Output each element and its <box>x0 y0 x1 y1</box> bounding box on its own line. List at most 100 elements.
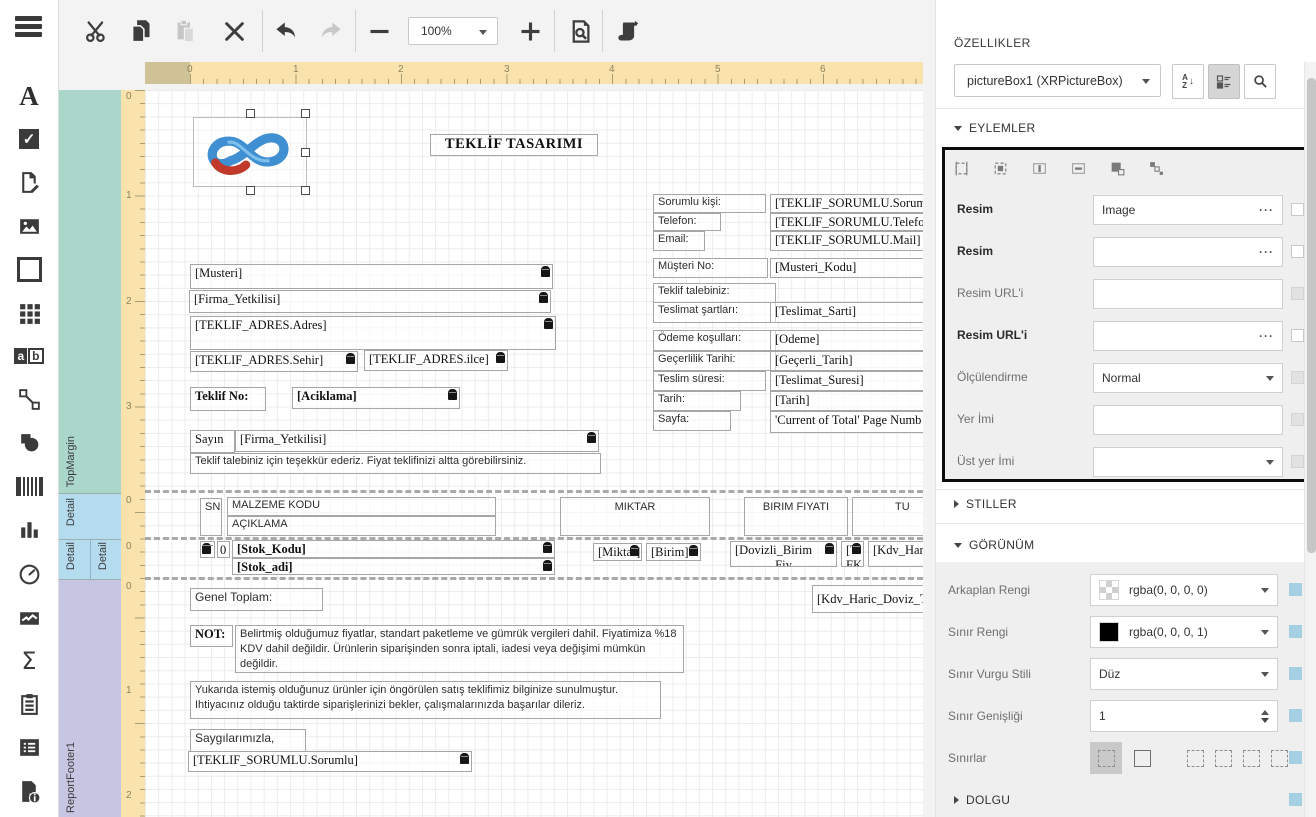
label-not[interactable]: NOT: <box>190 625 233 647</box>
label-saygilar[interactable]: Saygılarımızla, <box>190 729 306 752</box>
detail-icon-cell[interactable] <box>200 541 215 558</box>
band-detail-nested[interactable]: Detail Detail <box>59 540 121 580</box>
field-odeme[interactable]: [Odeme] <box>770 330 923 351</box>
label-sorumlu-kisi[interactable]: Sorumlu kişi: <box>653 194 766 213</box>
categorized-view-button[interactable] <box>1208 64 1240 99</box>
property-checkbox[interactable] <box>1289 667 1302 680</box>
label-sayfa[interactable]: Sayfa: <box>653 411 731 431</box>
yer-imi-input[interactable] <box>1093 405 1283 435</box>
label-email[interactable]: Email: <box>653 231 705 251</box>
field-aciklama[interactable]: [Aciklama] <box>292 387 460 409</box>
resize-handle[interactable] <box>301 148 310 157</box>
cut-button[interactable] <box>76 11 116 51</box>
toolbox-checkbox-tool[interactable] <box>0 121 58 157</box>
section-stiller[interactable]: STILLER <box>954 497 1017 511</box>
toolbox-panel-tool[interactable] <box>0 251 58 287</box>
delete-button[interactable] <box>214 11 254 51</box>
detail-index-cell[interactable]: 0 <box>217 541 230 558</box>
label-genel-toplam[interactable]: Genel Toplam: <box>190 588 323 611</box>
sort-az-button[interactable]: AZ↓ <box>1172 64 1204 99</box>
label-teklif-no[interactable]: Teklif No: <box>190 387 266 411</box>
field-dovizli-birim-fiyat[interactable]: [Dovizli_BirimFiy <box>730 541 837 567</box>
band-detail[interactable]: Detail <box>59 494 121 540</box>
ellipsis-button[interactable]: ··· <box>1259 329 1274 343</box>
toolbox-line-tool[interactable] <box>0 381 58 417</box>
search-properties-button[interactable] <box>1244 64 1276 99</box>
field-musteri-kodu[interactable]: [Musteri_Kodu] <box>770 258 923 278</box>
section-gorunum[interactable]: GÖRÜNÜM <box>954 538 1034 552</box>
label-closing-text[interactable]: Yukarıda istemiş olduğunuz ürünler için … <box>190 681 661 719</box>
label-gecerlilik-tarihi[interactable]: Geçerlilik Tarihi: <box>653 351 776 371</box>
resize-handle[interactable] <box>301 109 310 118</box>
field-birim[interactable]: [Birim] <box>646 543 701 561</box>
property-checkbox[interactable] <box>1291 329 1304 342</box>
header-sn[interactable]: SN <box>200 498 222 536</box>
property-checkbox[interactable] <box>1291 287 1304 300</box>
send-to-back-icon[interactable] <box>1148 160 1165 177</box>
toolbox-barcode-tool[interactable] <box>0 468 58 504</box>
label-sayin[interactable]: Sayın <box>190 430 235 453</box>
field-teslimat-sarti[interactable]: [Teslimat_Sarti] <box>770 302 923 323</box>
property-checkbox[interactable] <box>1291 413 1304 426</box>
label-telefon[interactable]: Telefon: <box>653 213 721 231</box>
toolbox-gauge-tool[interactable] <box>0 556 58 592</box>
label-teslim-suresi[interactable]: Teslim süresi: <box>653 371 766 391</box>
field-adres[interactable]: [TEKLIF_ADRES.Adres] <box>190 316 556 350</box>
zoom-out-button[interactable] <box>359 11 399 51</box>
paste-button[interactable] <box>165 11 205 51</box>
field-gecerli-tarih[interactable]: [Geçerli_Tarih] <box>770 351 923 371</box>
fit-to-container-icon[interactable] <box>953 160 970 177</box>
copy-button[interactable] <box>120 11 160 51</box>
sinir-genisligi-spinner[interactable]: 1 <box>1090 700 1278 732</box>
toolbox-label-tool[interactable]: A <box>0 78 58 114</box>
header-malzeme-kodu[interactable]: MALZEME KODU <box>227 497 496 516</box>
resim-url-input-2[interactable]: ··· <box>1093 321 1283 351</box>
toolbox-toc-tool[interactable] <box>0 729 58 765</box>
header-birim-fiyati[interactable]: BIRIM FIYATI <box>744 497 848 536</box>
band-topmargin[interactable]: TopMargin <box>59 90 121 494</box>
label-teslimat-sartlari[interactable]: Teslimat şartları: <box>653 302 776 323</box>
arkaplan-rengi-select[interactable]: rgba(0, 0, 0, 0) <box>1090 574 1278 606</box>
selected-picture-box[interactable] <box>193 117 307 187</box>
toolbox-summary-tool[interactable]: Σ <box>0 643 58 679</box>
label-tarih[interactable]: Tarih: <box>653 391 741 411</box>
spinner-down-icon[interactable] <box>1261 718 1269 723</box>
center-horizontally-icon[interactable] <box>1031 160 1048 177</box>
field-t[interactable]: [TFK <box>841 541 864 567</box>
field-stok-kodu[interactable]: [Stok_Kodu] <box>232 540 555 558</box>
sinir-vurgu-stili-select[interactable]: Düz <box>1090 658 1278 690</box>
property-checkbox[interactable] <box>1289 625 1302 638</box>
header-miktar[interactable]: MIKTAR <box>560 497 710 536</box>
section-eylemler[interactable]: EYLEMLER <box>954 121 1035 135</box>
ust-yer-imi-select[interactable] <box>1093 447 1283 477</box>
scripts-button[interactable] <box>608 11 648 51</box>
spinner-up-icon[interactable] <box>1261 710 1269 715</box>
label-musteri-no[interactable]: Müşteri No: <box>653 258 768 278</box>
band-reportfooter[interactable]: ReportFooter1 <box>59 580 121 817</box>
property-checkbox[interactable] <box>1289 709 1302 722</box>
field-firma-yetkilisi[interactable]: [Firma_Yetkilisi] <box>189 290 551 313</box>
toolbox-sparkline-tool[interactable] <box>0 600 58 636</box>
field-ilce[interactable]: [TEKLIF_ADRES.ilce] <box>364 350 508 371</box>
field-stok-adi[interactable]: [Stok_adi] <box>232 558 555 575</box>
field-musteri[interactable]: [Musteri] <box>190 264 553 289</box>
field-tarih[interactable]: [Tarih] <box>770 391 923 411</box>
menu-icon[interactable] <box>15 16 42 37</box>
field-kdv-haric-doviz-toplam[interactable]: [Kdv_Haric_Doviz_T <box>812 585 923 613</box>
label-teklif-talebiniz[interactable]: Teklif talebiniz: <box>653 283 776 303</box>
field-teslimat-suresi[interactable]: [Teslimat_Suresi] <box>770 371 923 391</box>
field-sorumlu-footer[interactable]: [TEKLIF_SORUMLU.Sorumlu] <box>188 751 472 772</box>
property-checkbox[interactable] <box>1289 583 1302 596</box>
ellipsis-button[interactable]: ··· <box>1259 245 1274 259</box>
report-title-label[interactable]: TEKLİF TASARIMI <box>430 134 598 156</box>
field-kdv-haric[interactable]: [Kdv_Haric_T <box>868 541 923 567</box>
center-vertically-icon[interactable] <box>1070 160 1087 177</box>
field-firma-yetkilisi-2[interactable]: [Firma_Yetkilisi] <box>235 430 599 452</box>
resim-input[interactable]: Image··· <box>1093 195 1283 225</box>
property-checkbox[interactable] <box>1289 793 1302 806</box>
label-odeme-kosullari[interactable]: Ödeme koşulları: <box>653 330 776 351</box>
toolbox-pageinfo-tool[interactable] <box>0 773 58 809</box>
field-sehir[interactable]: [TEKLIF_ADRES.Sehir] <box>190 351 358 372</box>
preview-button[interactable] <box>560 11 600 51</box>
zoom-in-button[interactable] <box>510 11 550 51</box>
